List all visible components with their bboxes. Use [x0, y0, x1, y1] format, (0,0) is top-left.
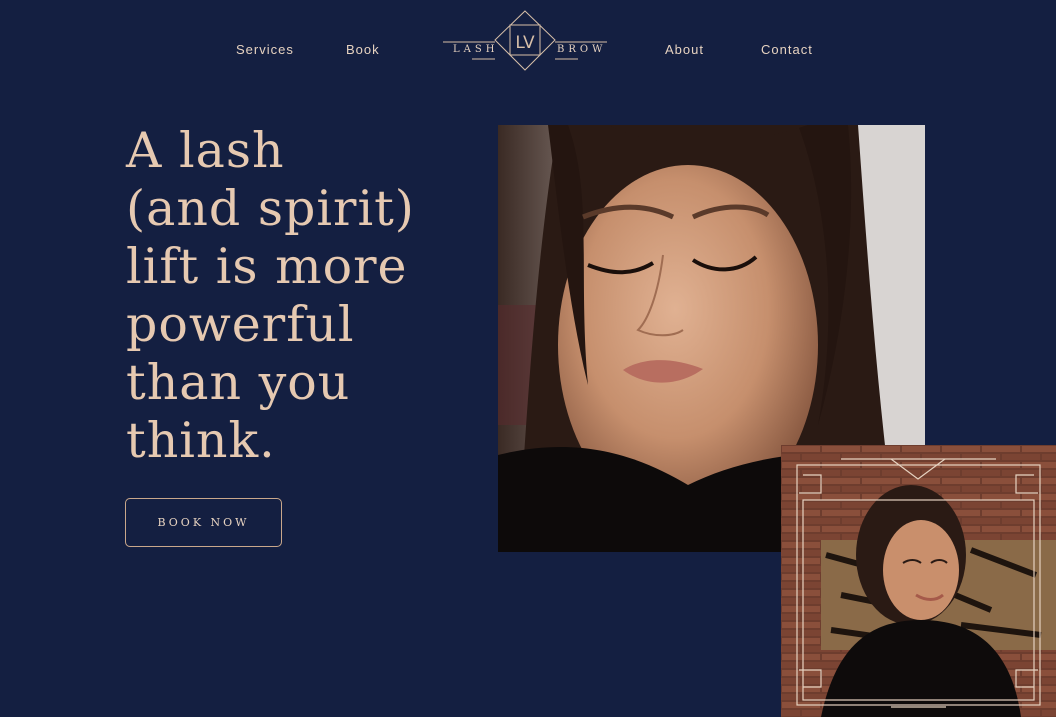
- logo-word-lash: LASH: [453, 44, 499, 55]
- book-now-button[interactable]: BOOK NOW: [125, 498, 282, 547]
- nav-link-services[interactable]: Services: [236, 42, 294, 57]
- headline-line: powerful: [126, 296, 355, 353]
- headline-line: A lash: [126, 122, 285, 179]
- brand-logo[interactable]: LV LASH BROW: [440, 8, 610, 74]
- framed-secondary-photo: [781, 445, 1056, 717]
- headline-line: than you: [126, 354, 351, 411]
- logo-word-brow: BROW: [557, 44, 607, 55]
- nav-link-contact[interactable]: Contact: [761, 42, 813, 57]
- headline-line: lift is more: [126, 238, 408, 295]
- logo-emblem: LV: [443, 10, 607, 71]
- headline-line: think.: [126, 412, 276, 469]
- headline-line: (and spirit): [126, 180, 415, 237]
- hero-headline: A lash (and spirit) lift is more powerfu…: [126, 122, 486, 470]
- nav-link-book[interactable]: Book: [346, 42, 380, 57]
- nav-link-about[interactable]: About: [665, 42, 704, 57]
- logo-monogram: LV: [515, 33, 535, 53]
